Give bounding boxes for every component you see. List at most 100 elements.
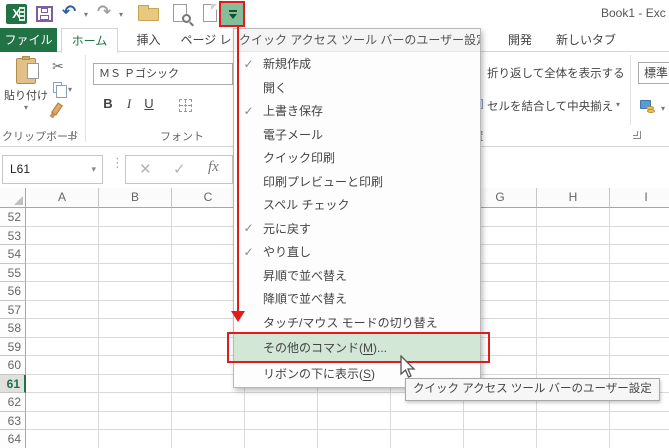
formula-input-area[interactable]: ✕ ✓ fx	[125, 155, 233, 184]
grid-cell[interactable]	[610, 356, 669, 375]
grid-cell[interactable]	[26, 393, 99, 412]
grid-cell[interactable]	[172, 393, 245, 412]
grid-cell[interactable]	[610, 282, 669, 301]
grid-cell[interactable]	[537, 319, 610, 338]
grid-cell[interactable]	[610, 319, 669, 338]
name-box-dropdown-icon[interactable]: ▾	[91, 156, 96, 183]
grid-cell[interactable]	[99, 300, 172, 319]
tab-home[interactable]: ホーム	[61, 28, 118, 53]
grid-cell[interactable]	[318, 393, 391, 412]
row-header[interactable]: 54	[0, 245, 26, 264]
menu-item[interactable]: 電子メール	[234, 123, 480, 147]
grid-cell[interactable]	[26, 356, 99, 375]
row-header[interactable]: 63	[0, 411, 26, 430]
grid-cell[interactable]	[99, 263, 172, 282]
menu-item[interactable]: 開く	[234, 76, 480, 100]
redo-dropdown[interactable]: ▾	[119, 10, 123, 19]
grid-cell[interactable]	[99, 356, 172, 375]
grid-cell[interactable]	[99, 337, 172, 356]
row-header[interactable]: 55	[0, 263, 26, 282]
grid-cell[interactable]	[537, 300, 610, 319]
grid-cell[interactable]	[537, 356, 610, 375]
grid-cell[interactable]	[26, 263, 99, 282]
grid-cell[interactable]	[610, 245, 669, 264]
bold-button[interactable]: B	[100, 96, 116, 111]
menu-item[interactable]: クイック印刷	[234, 146, 480, 170]
insert-function-icon[interactable]: fx	[208, 159, 219, 176]
tab-page-layout[interactable]: ページ レ	[179, 28, 233, 52]
cancel-icon[interactable]: ✕	[139, 160, 152, 178]
grid-cell[interactable]	[610, 411, 669, 430]
grid-cell[interactable]	[610, 337, 669, 356]
row-header[interactable]: 62	[0, 393, 26, 412]
menu-item[interactable]: ✓ 新規作成	[234, 52, 480, 76]
grid-cell[interactable]	[537, 411, 610, 430]
grid-cell[interactable]	[610, 226, 669, 245]
tab-new-tab[interactable]: 新しいタブ	[547, 28, 625, 52]
menu-item[interactable]: タッチ/マウス モードの切り替え	[234, 311, 480, 335]
grid-cell[interactable]	[610, 300, 669, 319]
name-box[interactable]: L61 ▾	[2, 155, 103, 184]
grid-cell[interactable]	[610, 430, 669, 448]
grid-cell[interactable]	[99, 282, 172, 301]
grid-cell[interactable]	[99, 208, 172, 227]
wrap-text-button[interactable]: 折り返して全体を表示する	[487, 65, 625, 81]
grid-cell[interactable]	[464, 430, 537, 448]
open-button[interactable]	[138, 5, 159, 21]
grid-cell[interactable]	[537, 226, 610, 245]
grid-cell[interactable]	[99, 393, 172, 412]
borders-button[interactable]	[179, 99, 192, 112]
row-header[interactable]: 64	[0, 430, 26, 448]
save-button[interactable]	[36, 6, 53, 22]
underline-button[interactable]: U	[141, 96, 157, 111]
accounting-format-dropdown[interactable]: ▾	[661, 104, 665, 113]
undo-button[interactable]: ↶	[62, 3, 76, 22]
grid-cell[interactable]	[245, 430, 318, 448]
accounting-format-button[interactable]	[640, 100, 656, 114]
row-header[interactable]: 59	[0, 337, 26, 356]
grid-cell[interactable]	[391, 411, 464, 430]
column-header[interactable]: I	[610, 188, 669, 208]
merge-center-dropdown[interactable]: ▾	[616, 100, 620, 109]
grid-cell[interactable]	[26, 226, 99, 245]
format-painter-button[interactable]	[51, 102, 63, 116]
grid-cell[interactable]	[99, 374, 172, 393]
grid-cell[interactable]	[26, 374, 99, 393]
grid-cell[interactable]	[391, 430, 464, 448]
redo-button[interactable]: ↷	[97, 3, 111, 22]
enter-icon[interactable]: ✓	[173, 160, 186, 178]
clipboard-dialog-launcher-icon[interactable]	[68, 131, 76, 139]
grid-cell[interactable]	[26, 319, 99, 338]
grid-cell[interactable]	[245, 411, 318, 430]
grid-cell[interactable]	[99, 411, 172, 430]
grid-cell[interactable]	[26, 208, 99, 227]
font-name-combobox[interactable]: ＭＳ Ｐゴシック	[93, 63, 233, 85]
tab-insert[interactable]: 挿入	[121, 28, 176, 52]
row-header[interactable]: 53	[0, 226, 26, 245]
grid-cell[interactable]	[26, 430, 99, 448]
select-all-corner[interactable]	[0, 188, 26, 208]
grid-cell[interactable]	[245, 393, 318, 412]
menu-item[interactable]: 降順で並べ替え	[234, 287, 480, 311]
grid-cell[interactable]	[26, 300, 99, 319]
print-preview-button[interactable]	[173, 4, 194, 27]
grid-cell[interactable]	[99, 430, 172, 448]
alignment-dialog-launcher-icon[interactable]	[633, 131, 641, 139]
grid-cell[interactable]	[99, 319, 172, 338]
grid-cell[interactable]	[99, 226, 172, 245]
row-header[interactable]: 58	[0, 319, 26, 338]
grid-cell[interactable]	[610, 208, 669, 227]
column-header[interactable]: A	[26, 188, 99, 208]
row-header[interactable]: 61	[0, 374, 26, 393]
grid-cell[interactable]	[610, 263, 669, 282]
menu-item[interactable]: ✓ 上書き保存	[234, 99, 480, 123]
grid-cell[interactable]	[537, 208, 610, 227]
copy-dropdown[interactable]: ▾	[68, 85, 72, 94]
grid-cell[interactable]	[172, 430, 245, 448]
row-header[interactable]: 60	[0, 356, 26, 375]
menu-item[interactable]: ✓ 元に戻す	[234, 217, 480, 241]
grid-cell[interactable]	[537, 263, 610, 282]
formula-bar-grip[interactable]: ⋮	[111, 156, 124, 169]
italic-button[interactable]: I	[121, 96, 137, 112]
menu-item[interactable]: 印刷プレビューと印刷	[234, 170, 480, 194]
